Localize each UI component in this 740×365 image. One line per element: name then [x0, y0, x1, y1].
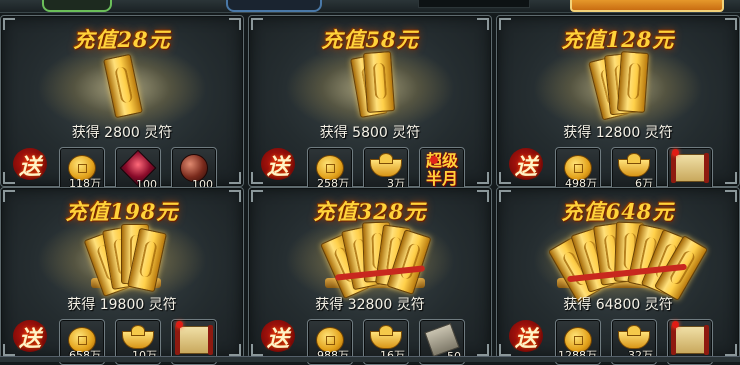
corner-ornament [229, 172, 241, 184]
corner-ornament [725, 344, 737, 356]
gain-text: 获得 19800 灵符 [67, 297, 177, 313]
scroll-icon [175, 321, 213, 355]
gift-badge: 送 [9, 318, 51, 354]
recharge-card[interactable]: 充值198元获得 19800 灵符送658万10万 [0, 187, 244, 365]
talisman-art [1, 215, 243, 305]
corner-ornament [229, 344, 241, 356]
gain-text: 获得 64800 灵符 [563, 297, 673, 313]
scroll-icon [671, 149, 709, 183]
top-bar [0, 0, 740, 13]
talisman-art [497, 43, 739, 133]
gain-text: 获得 12800 灵符 [563, 125, 673, 141]
top-gold-button[interactable] [570, 0, 724, 12]
gift-label: 送 [18, 326, 41, 352]
top-field [418, 0, 530, 8]
talisman-art [249, 43, 491, 133]
recharge-card[interactable]: 充值128元 获得 12800 灵符送 498万 6万 [496, 15, 740, 193]
gain-text: 获得 2800 灵符 [71, 125, 173, 141]
scroll-icon [671, 321, 709, 355]
gain-text: 获得 32800 灵符 [315, 297, 425, 313]
gift-label: 送 [514, 154, 537, 180]
talisman-icon [616, 51, 650, 113]
gift-badge: 送 [505, 318, 547, 354]
talisman-art [1, 43, 243, 133]
gift-label: 送 [266, 154, 289, 180]
gift-label: 送 [18, 154, 41, 180]
bottom-edge [0, 356, 740, 362]
gift-badge: 送 [9, 146, 51, 182]
recharge-card[interactable]: 充值328元获得 32800 灵符送988万16万50 [248, 187, 492, 365]
top-tab-green[interactable] [42, 0, 112, 12]
red-dot-icon [672, 149, 679, 156]
super-half-month-icon: 超级 半月 [426, 152, 458, 188]
gain-text: 获得 5800 灵符 [319, 125, 421, 141]
red-dot-icon [672, 321, 679, 328]
talisman-art [497, 215, 739, 305]
corner-ornament [477, 172, 489, 184]
gift-badge: 送 [257, 318, 299, 354]
red-dot-icon [176, 321, 183, 328]
top-tab-blue[interactable] [226, 0, 322, 12]
gift-label: 送 [266, 326, 289, 352]
corner-ornament [477, 344, 489, 356]
gift-badge: 送 [505, 146, 547, 182]
recharge-card[interactable]: 充值28元 获得 2800 灵符送 118万 100 100 [0, 15, 244, 193]
gift-label: 送 [514, 326, 537, 352]
gift-badge: 送 [257, 146, 299, 182]
flag-dot-icon [429, 156, 438, 164]
talisman-art [249, 215, 491, 305]
recharge-card[interactable]: 充值58元 获得 5800 灵符送 258万 3万 超级 半月 [248, 15, 492, 193]
recharge-card[interactable]: 充值648元获得 64800 灵符送1288万32万 [496, 187, 740, 365]
corner-ornament [725, 172, 737, 184]
talisman-icon [362, 51, 396, 113]
